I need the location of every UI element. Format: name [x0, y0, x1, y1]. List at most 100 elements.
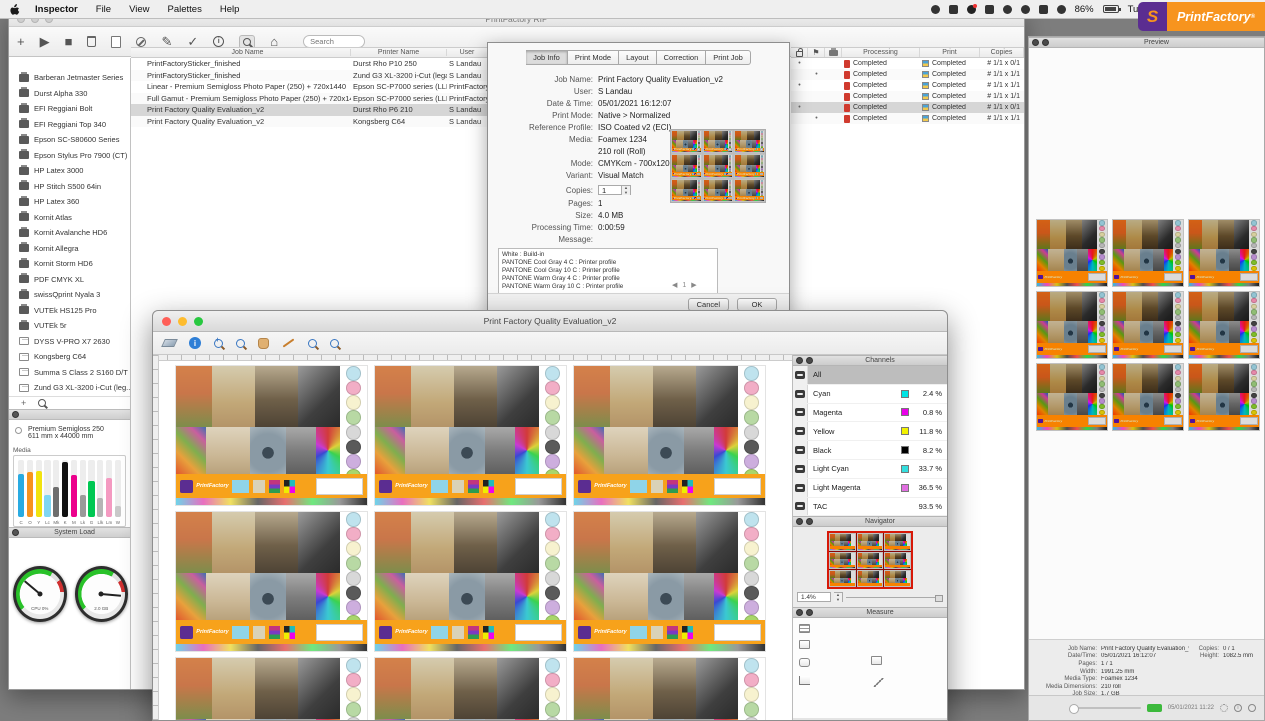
print-tile[interactable]: PrintFactory — [573, 511, 766, 652]
panel-collapse-button[interactable] — [796, 357, 803, 364]
measure-flag-icon[interactable] — [799, 640, 810, 649]
info-tool-icon[interactable]: i — [189, 337, 201, 349]
panel-collapse-button[interactable] — [1032, 39, 1039, 46]
zoom-in-icon[interactable]: + — [214, 339, 223, 348]
eye-icon[interactable] — [795, 390, 805, 398]
print-tile[interactable]: PrintFactory — [573, 365, 766, 506]
menu-help[interactable]: Help — [211, 4, 249, 15]
panel-collapse-button[interactable] — [796, 518, 803, 525]
printer-list-item[interactable]: HP Stitch S500 64in — [9, 179, 130, 195]
preview-zoom-slider[interactable] — [1071, 707, 1141, 709]
small-circle-icon[interactable] — [1248, 704, 1256, 712]
job-row[interactable]: Linear - Premium Semigloss Photo Paper (… — [131, 81, 488, 93]
preview-tile[interactable]: PrintFactory — [1188, 363, 1260, 431]
channel-row[interactable]: Light Magenta 36.5 % — [793, 479, 947, 498]
menu-view[interactable]: View — [120, 4, 158, 15]
menu-palettes[interactable]: Palettes — [159, 4, 211, 15]
add-printer-icon[interactable]: + — [17, 35, 25, 48]
knife-tool-icon[interactable] — [161, 339, 178, 347]
channel-row[interactable]: Black 8.2 % — [793, 441, 947, 460]
dialog-tab[interactable]: Print Mode — [568, 50, 619, 65]
channel-gutter[interactable] — [793, 385, 808, 403]
channel-gutter[interactable] — [793, 460, 808, 478]
device-search-icon[interactable] — [38, 399, 46, 407]
status-row[interactable]: • Completed Completed # 1/1 x 0/1 — [791, 102, 1024, 113]
collapse-system-load-button[interactable] — [12, 529, 19, 536]
printer-list-item[interactable]: swissQprint Nyala 3 — [9, 287, 130, 303]
dialog-tab[interactable]: Layout — [619, 50, 657, 65]
channel-gutter[interactable] — [793, 479, 808, 497]
copies-stepper[interactable]: ▲▼ — [622, 185, 631, 195]
channels-panel-header[interactable]: Channels — [793, 355, 947, 366]
dialog-tab[interactable]: Correction — [657, 50, 707, 65]
channel-gutter[interactable] — [793, 498, 808, 516]
user-column[interactable]: User — [447, 49, 488, 56]
gear-icon[interactable] — [1220, 704, 1228, 712]
job-row[interactable]: Print Factory Quality Evaluation_v2 Durs… — [131, 104, 488, 116]
panel-close-button[interactable] — [1042, 39, 1049, 46]
channel-row[interactable]: Cyan 2.4 % — [793, 385, 947, 404]
print-tile[interactable]: PrintFactory — [573, 657, 766, 720]
print-column[interactable]: Print — [920, 48, 980, 57]
menu-file[interactable]: File — [87, 4, 120, 15]
prev-page-icon[interactable]: ◀ — [672, 281, 677, 289]
media-item[interactable]: Premium Semigloss 250 611 mm x 44000 mm — [9, 420, 130, 444]
media-radio[interactable] — [15, 427, 22, 434]
eye-icon[interactable] — [795, 427, 805, 435]
navigator-thumbnail[interactable] — [827, 531, 913, 589]
status-row[interactable]: • Completed Completed # 1/1 x 0/1 — [791, 58, 1024, 69]
channel-row[interactable]: Magenta 0.8 % — [793, 404, 947, 423]
zoom-selection-icon[interactable] — [308, 339, 317, 348]
panel-close-button[interactable] — [806, 518, 813, 525]
printer-list-item[interactable]: DYSS V-PRO X7 2630 — [9, 334, 130, 350]
battery-icon[interactable] — [1103, 5, 1119, 13]
printer-list-item[interactable]: Zund G3 XL-3200 i-Cut (leg... — [9, 380, 130, 396]
zoom-level-input[interactable]: 1.4% — [797, 592, 831, 602]
printer-list-item[interactable]: Kongsberg C64 — [9, 349, 130, 365]
menu-app-name[interactable]: Inspector — [26, 4, 87, 15]
hold-icon[interactable] — [136, 37, 146, 47]
printer-list-item[interactable]: EFI Reggiani Top 340 — [9, 117, 130, 133]
preview-panel-header[interactable]: Preview — [1029, 37, 1264, 48]
measure-angle-icon[interactable] — [799, 676, 810, 685]
status-row[interactable]: • Completed Completed # 1/1 x 1/1 — [791, 69, 1024, 80]
printer-list-item[interactable]: Epson SC-S80600 Series — [9, 132, 130, 148]
copies-column[interactable]: Copies — [980, 48, 1024, 57]
media-section-header[interactable] — [9, 409, 130, 420]
stepper-down-icon[interactable]: ▼ — [622, 191, 630, 196]
eye-icon[interactable] — [795, 502, 805, 510]
measure-rect-icon[interactable] — [799, 658, 810, 667]
dialog-tab[interactable]: Print Job — [706, 50, 751, 65]
printer-list-item[interactable]: Kornit Avalanche HD6 — [9, 225, 130, 241]
airplay-icon[interactable] — [1039, 5, 1048, 14]
printer-list-item[interactable]: Durst Alpha 330 — [9, 86, 130, 102]
panel-close-button[interactable] — [806, 357, 813, 364]
channel-row[interactable]: Yellow 11.8 % — [793, 422, 947, 441]
zoom-stepper[interactable]: ▲▼ — [834, 592, 843, 602]
printer-list-item[interactable]: PDF CMYK XL — [9, 272, 130, 288]
measure-pencil-icon[interactable] — [873, 678, 884, 687]
preview-tile[interactable]: PrintFactory — [1188, 219, 1260, 287]
status-table-header[interactable]: ⚑ Processing Print Copies — [791, 47, 1024, 58]
preview-tile[interactable]: PrintFactory — [1036, 363, 1108, 431]
print-tile[interactable]: PrintFactory — [175, 657, 368, 720]
display-icon[interactable] — [949, 5, 958, 14]
dialog-tab[interactable]: Job Info — [526, 50, 568, 65]
print-tile[interactable]: PrintFactory — [374, 511, 567, 652]
eye-icon[interactable] — [795, 408, 805, 416]
status-row[interactable]: Completed Completed # 1/1 x 1/1 — [791, 91, 1024, 102]
eye-icon[interactable] — [795, 484, 805, 492]
channel-row[interactable]: Light Cyan 33.7 % — [793, 460, 947, 479]
viewer-canvas[interactable]: PrintFactory PrintFactory PrintFactory — [153, 355, 794, 720]
zoom-out-icon[interactable]: - — [236, 339, 245, 348]
job-table-header[interactable]: Job Name Printer Name User — [131, 47, 488, 58]
print-tile[interactable]: PrintFactory — [374, 365, 567, 506]
channel-gutter[interactable] — [793, 404, 808, 422]
minimize-button[interactable] — [178, 317, 187, 326]
add-device-icon[interactable]: + — [21, 398, 26, 408]
printer-list-item[interactable]: Kornit Storm HD6 — [9, 256, 130, 272]
stop-icon[interactable]: ■ — [65, 35, 73, 48]
screen-record-icon[interactable] — [967, 5, 976, 14]
channel-gutter[interactable] — [793, 366, 808, 384]
channel-row[interactable]: TAC 93.5 % — [793, 498, 947, 517]
